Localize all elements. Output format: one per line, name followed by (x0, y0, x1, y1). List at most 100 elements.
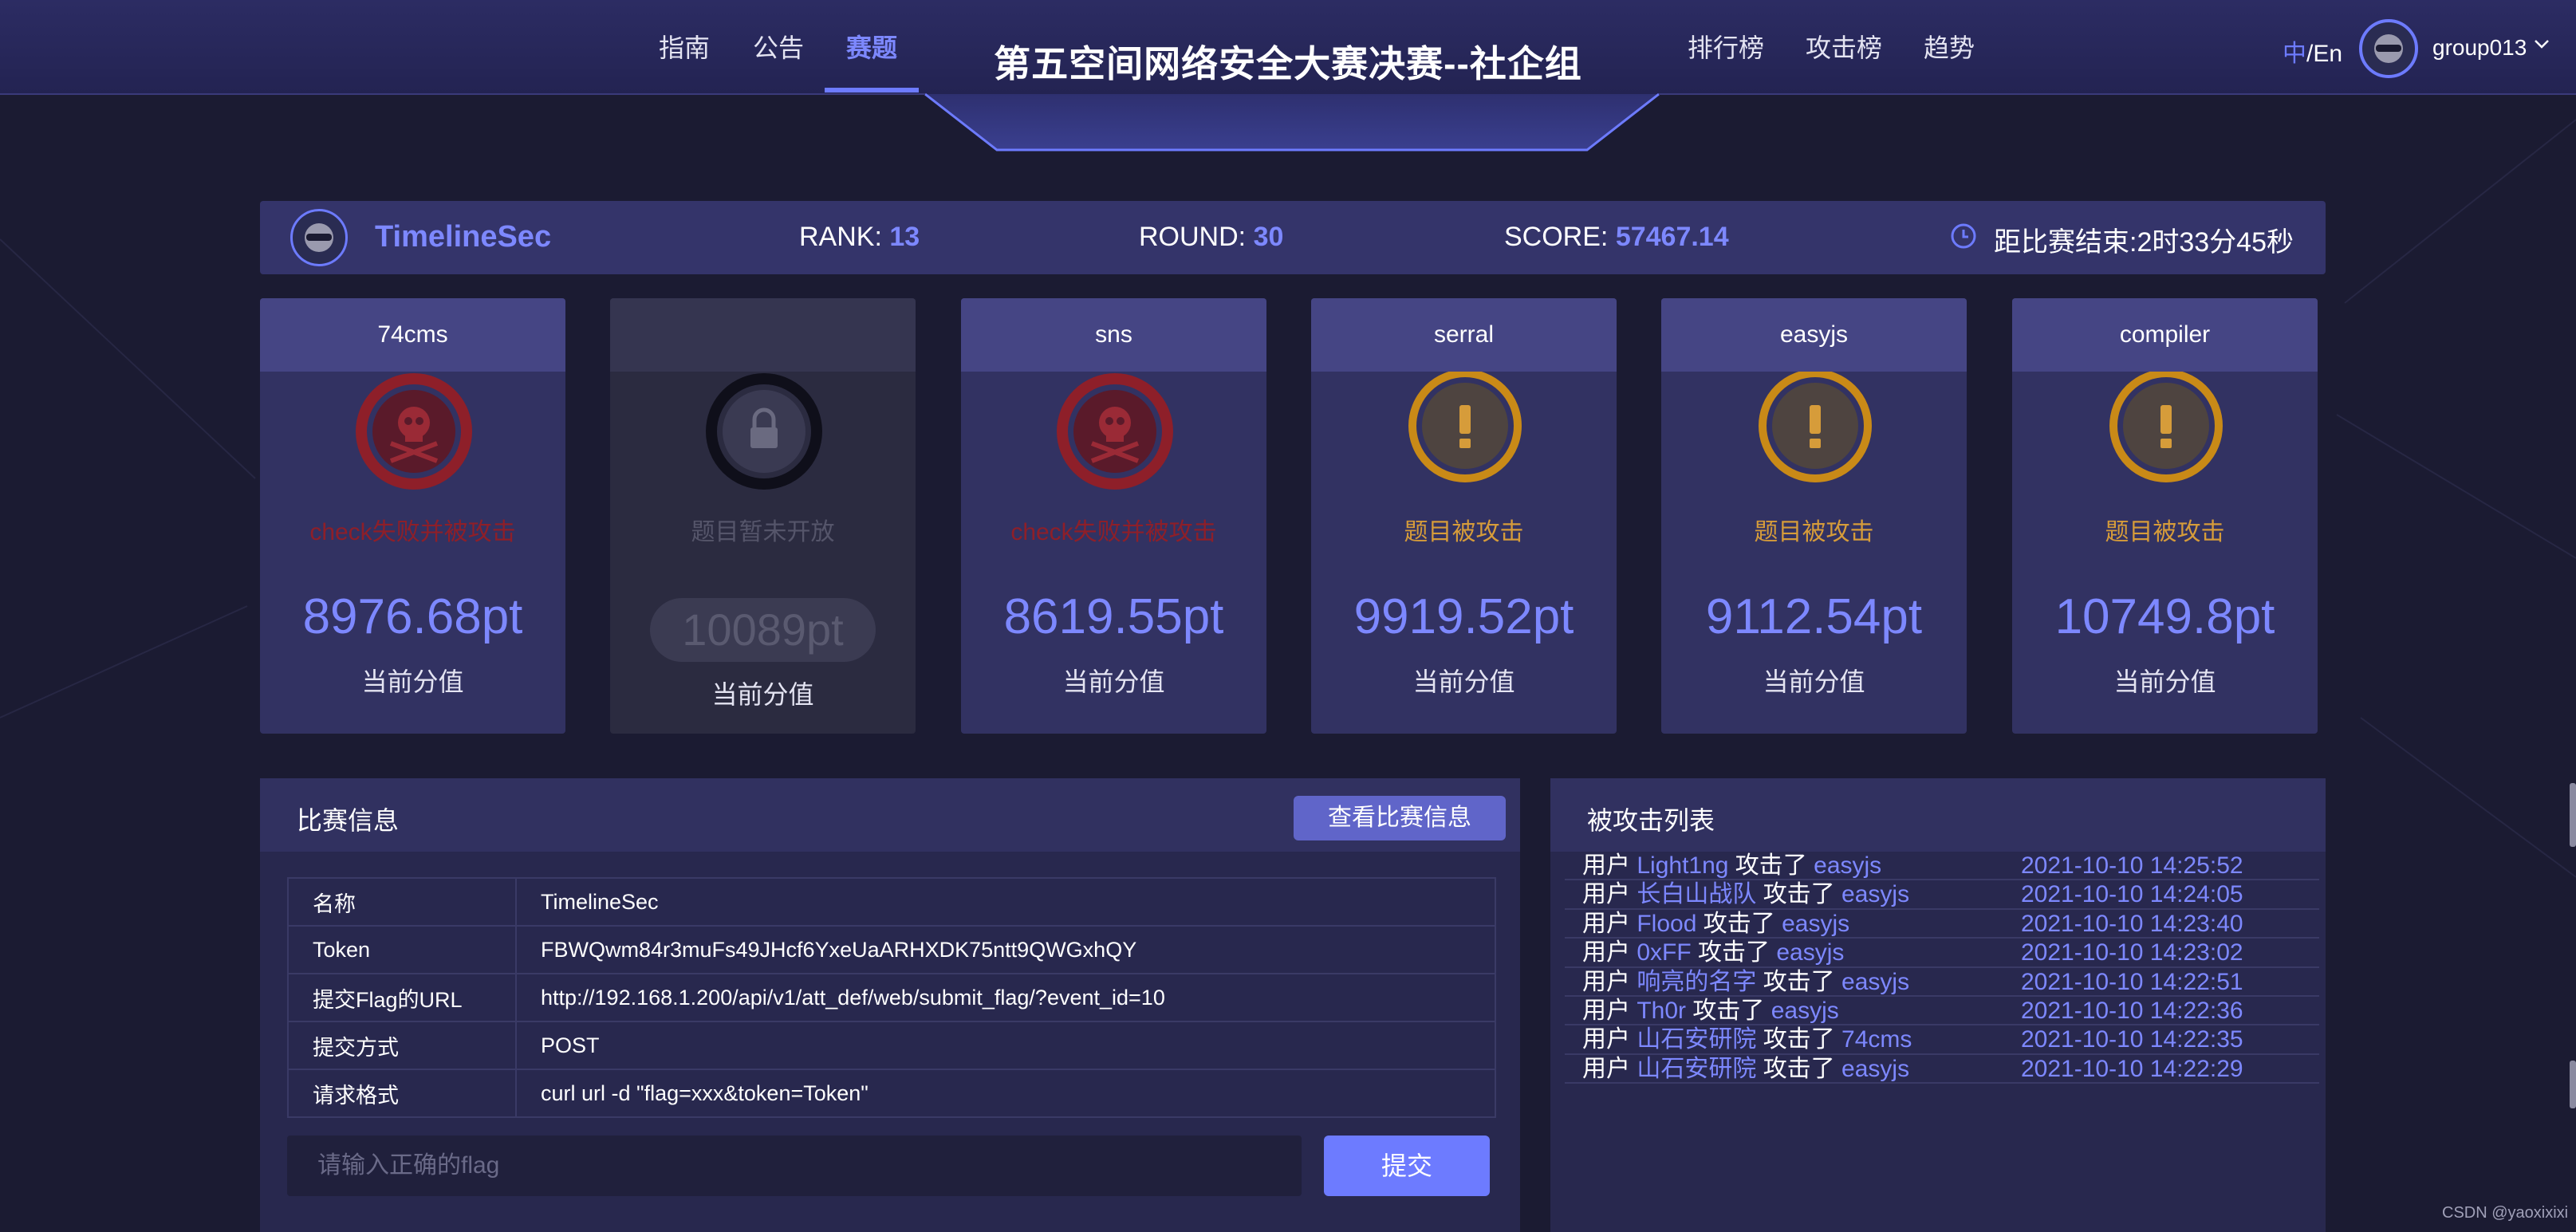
round-value: 30 (1253, 222, 1284, 252)
table-row: 名称 TimelineSec (287, 877, 1496, 927)
challenge-points: 9919.52pt (1353, 589, 1574, 644)
user-word: 用户 (1582, 1055, 1630, 1082)
challenge-status: 题目暂未开放 (691, 519, 835, 545)
attack-time: 2021-10-10 14:22:51 (2021, 968, 2243, 995)
nav-trends[interactable]: 趋势 (1924, 30, 1975, 65)
challenge-card-locked[interactable]: 题目暂未开放 10089pt 当前分值 (610, 298, 916, 734)
challenge-name (610, 298, 916, 372)
attacker-name: 山石安研院 (1637, 1055, 1757, 1082)
list-item: 用户 Light1ng 攻击了 easyjs 2021-10-10 14:25:… (1565, 852, 2319, 881)
nav-challenges[interactable]: 赛题 (845, 30, 898, 65)
list-item: 用户 山石安研院 攻击了 74cms 2021-10-10 14:22:35 (1565, 1025, 2319, 1055)
skull-crossbones-icon (356, 373, 472, 490)
user-word: 用户 (1582, 881, 1630, 908)
challenge-points: 9112.54pt (1705, 589, 1923, 644)
info-value: POST (515, 1021, 1496, 1070)
nav-attack-board[interactable]: 攻击榜 (1806, 30, 1882, 65)
nav-active-underline (825, 88, 919, 92)
attacker-name: Flood (1637, 910, 1697, 937)
countdown-timer: 距比赛结束:2时33分45秒 (1994, 227, 2294, 258)
user-word: 用户 (1582, 1026, 1630, 1053)
info-key: Token (287, 925, 517, 974)
chevron-down-icon[interactable] (2533, 35, 2550, 53)
challenge-name: serral (1311, 298, 1617, 372)
score-label: SCORE: (1504, 222, 1609, 252)
ninja-mask-icon (305, 223, 333, 252)
language-switch[interactable]: 中/En (2283, 33, 2342, 69)
view-match-info-button[interactable]: 查看比赛信息 (1294, 796, 1506, 840)
team-avatar (290, 209, 348, 266)
attack-list: 用户 Light1ng 攻击了 easyjs 2021-10-10 14:25:… (1565, 852, 2319, 1084)
info-value: http://192.168.1.200/api/v1/att_def/web/… (515, 973, 1496, 1022)
exclamation-icon (1408, 372, 1522, 482)
rank-stat: RANK: 13 (799, 222, 920, 253)
lang-zh[interactable]: 中 (2283, 41, 2306, 67)
score-value: 57467.14 (1615, 222, 1729, 252)
table-row: Token FBWQwm84r3muFs49JHcf6YxeUaARHXDK75… (287, 925, 1496, 974)
nav-guide[interactable]: 指南 (659, 30, 710, 65)
round-stat: ROUND: 30 (1139, 222, 1283, 253)
score-stat: SCORE: 57467.14 (1504, 222, 1729, 253)
attack-time: 2021-10-10 14:22:29 (2021, 1055, 2243, 1082)
challenge-card-easyjs[interactable]: easyjs 题目被攻击 9112.54pt 当前分值 (1661, 298, 1967, 734)
user-word: 用户 (1582, 939, 1630, 966)
challenge-status: 题目被攻击 (1404, 519, 1524, 545)
watermark: CSDN @yaoxixixi (2442, 1204, 2569, 1222)
challenge-card-serral[interactable]: serral 题目被攻击 9919.52pt 当前分值 (1311, 298, 1617, 734)
challenge-status: 题目被攻击 (1754, 519, 1874, 545)
attack-target: easyjs (1771, 997, 1839, 1024)
attack-target: easyjs (1776, 939, 1845, 966)
clock-icon (1951, 223, 1976, 249)
attack-target: 74cms (1841, 1026, 1912, 1053)
challenge-name: easyjs (1661, 298, 1967, 372)
list-item: 用户 山石安研院 攻击了 easyjs 2021-10-10 14:22:29 (1565, 1055, 2319, 1084)
info-value: curl url -d "flag=xxx&token=Token" (515, 1069, 1496, 1118)
submit-flag-button[interactable]: 提交 (1324, 1136, 1490, 1196)
attacker-name: 山石安研院 (1637, 1026, 1757, 1053)
match-info-table: 名称 TimelineSec Token FBWQwm84r3muFs49JHc… (287, 877, 1496, 1118)
info-value: TimelineSec (515, 877, 1496, 927)
challenge-points: 10089pt (650, 598, 876, 662)
avatar[interactable] (2359, 19, 2418, 78)
nav-announcements[interactable]: 公告 (753, 30, 804, 65)
challenge-status: check失败并被攻击 (309, 519, 516, 545)
challenge-name: sns (961, 298, 1266, 372)
attack-verb: 攻击了 (1763, 1055, 1835, 1082)
info-key: 提交Flag的URL (287, 973, 517, 1022)
attack-list-panel: 被攻击列表 用户 Light1ng 攻击了 easyjs 2021-10-10 … (1550, 778, 2326, 1232)
attack-target: easyjs (1841, 1055, 1910, 1082)
info-value: FBWQwm84r3muFs49JHcf6YxeUaARHXDK75ntt9QW… (515, 925, 1496, 974)
match-info-title: 比赛信息 (297, 806, 400, 835)
scrollbar-thumb[interactable] (2570, 1061, 2576, 1108)
lang-en[interactable]: /En (2306, 41, 2342, 67)
match-info-header: 比赛信息 查看比赛信息 (260, 778, 1520, 852)
attack-target: easyjs (1782, 910, 1850, 937)
exclamation-icon (2109, 372, 2223, 482)
list-item: 用户 长白山战队 攻击了 easyjs 2021-10-10 14:24:05 (1565, 880, 2319, 910)
attacker-name: Th0r (1637, 997, 1687, 1024)
list-item: 用户 Flood 攻击了 easyjs 2021-10-10 14:23:40 (1565, 910, 2319, 939)
attack-verb: 攻击了 (1735, 852, 1807, 879)
attack-verb: 攻击了 (1703, 910, 1775, 937)
username[interactable]: group013 (2432, 35, 2527, 61)
table-row: 提交方式 POST (287, 1021, 1496, 1070)
challenge-points: 8619.55pt (1003, 589, 1224, 644)
attacker-name: 长白山战队 (1637, 881, 1757, 908)
team-status-bar: TimelineSec RANK: 13 ROUND: 30 SCORE: 57… (260, 201, 2326, 274)
challenge-card-compiler[interactable]: compiler 题目被攻击 10749.8pt 当前分值 (2012, 298, 2318, 734)
challenge-points-caption: 当前分值 (1062, 667, 1165, 696)
list-item: 用户 0xFF 攻击了 easyjs 2021-10-10 14:23:02 (1565, 939, 2319, 968)
nav-leaderboard[interactable]: 排行榜 (1688, 30, 1764, 65)
challenge-points-caption: 当前分值 (711, 680, 814, 709)
challenge-card-74cms[interactable]: 74cms check失败并被攻击 8976.68pt 当前分值 (260, 298, 565, 734)
attack-time: 2021-10-10 14:23:40 (2021, 910, 2243, 937)
flag-input[interactable] (287, 1136, 1302, 1196)
table-row: 提交Flag的URL http://192.168.1.200/api/v1/a… (287, 973, 1496, 1022)
challenge-card-sns[interactable]: sns check失败并被攻击 8619.55pt 当前分值 (961, 298, 1266, 734)
scrollbar-thumb[interactable] (2570, 783, 2576, 847)
challenge-points: 8976.68pt (302, 589, 523, 644)
info-key: 提交方式 (287, 1021, 517, 1070)
padlock-icon (706, 373, 822, 490)
attacker-name: Light1ng (1637, 852, 1729, 879)
challenge-points-caption: 当前分值 (361, 667, 464, 696)
